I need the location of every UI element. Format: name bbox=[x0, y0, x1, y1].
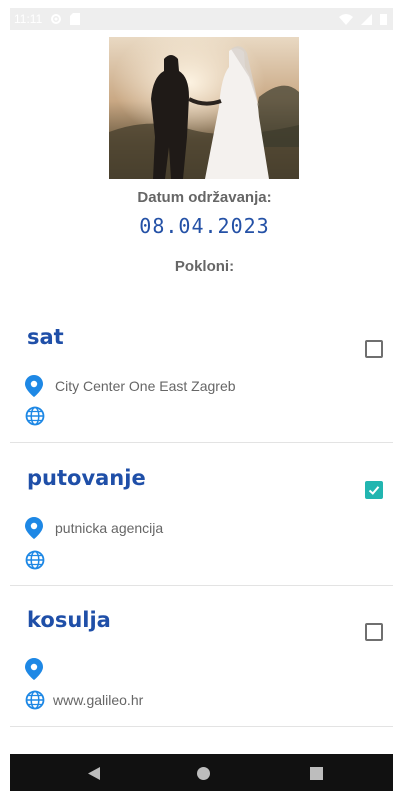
gift-checkbox[interactable] bbox=[365, 340, 383, 358]
gift-checkbox-checked[interactable] bbox=[365, 481, 383, 499]
settings-icon bbox=[51, 14, 62, 24]
gift-website-row[interactable] bbox=[25, 550, 53, 570]
location-pin-icon bbox=[25, 375, 43, 397]
status-bar: 11:11 bbox=[10, 8, 393, 30]
gift-title: putovanje bbox=[27, 466, 146, 490]
recents-square-icon[interactable] bbox=[310, 767, 323, 780]
back-triangle-icon[interactable] bbox=[88, 767, 100, 780]
gift-item-putovanje[interactable]: putovanje putnicka agencija bbox=[10, 443, 393, 586]
gift-location-row[interactable]: putnicka agencija bbox=[25, 517, 163, 539]
location-pin-icon bbox=[25, 517, 43, 539]
location-pin-icon bbox=[25, 658, 43, 680]
gift-website[interactable]: www.galileo.hr bbox=[53, 692, 143, 708]
gift-title: sat bbox=[27, 325, 64, 349]
checkmark-icon bbox=[368, 486, 380, 495]
globe-icon bbox=[25, 406, 45, 426]
date-label: Datum održavanja: bbox=[137, 189, 272, 206]
signal-icon bbox=[361, 13, 372, 25]
gift-location: City Center One East Zagreb bbox=[55, 378, 236, 394]
gifts-label: Pokloni: bbox=[174, 258, 235, 275]
gift-website-row[interactable] bbox=[25, 406, 53, 426]
home-circle-icon[interactable] bbox=[197, 767, 210, 780]
globe-icon bbox=[25, 690, 45, 710]
gift-website-row[interactable]: www.galileo.hr bbox=[25, 690, 143, 710]
wedding-couple-photo bbox=[109, 37, 299, 179]
gift-location-row[interactable]: City Center One East Zagreb bbox=[25, 375, 236, 397]
gift-item-sat[interactable]: sat City Center One East Zagreb bbox=[10, 305, 393, 443]
status-time: 11:11 bbox=[14, 12, 43, 26]
globe-icon bbox=[25, 550, 45, 570]
battery-icon bbox=[380, 14, 387, 25]
system-nav-bar bbox=[10, 754, 393, 791]
sd-card-icon bbox=[70, 13, 81, 25]
gift-title: kosulja bbox=[27, 608, 111, 632]
wifi-icon bbox=[339, 13, 353, 25]
gift-checkbox[interactable] bbox=[365, 623, 383, 641]
gift-location-row[interactable] bbox=[25, 658, 55, 680]
event-date: 08.04.2023 bbox=[139, 214, 270, 238]
gift-item-kosulja[interactable]: kosulja www.galileo.hr bbox=[10, 586, 393, 727]
gift-location: putnicka agencija bbox=[55, 520, 164, 536]
